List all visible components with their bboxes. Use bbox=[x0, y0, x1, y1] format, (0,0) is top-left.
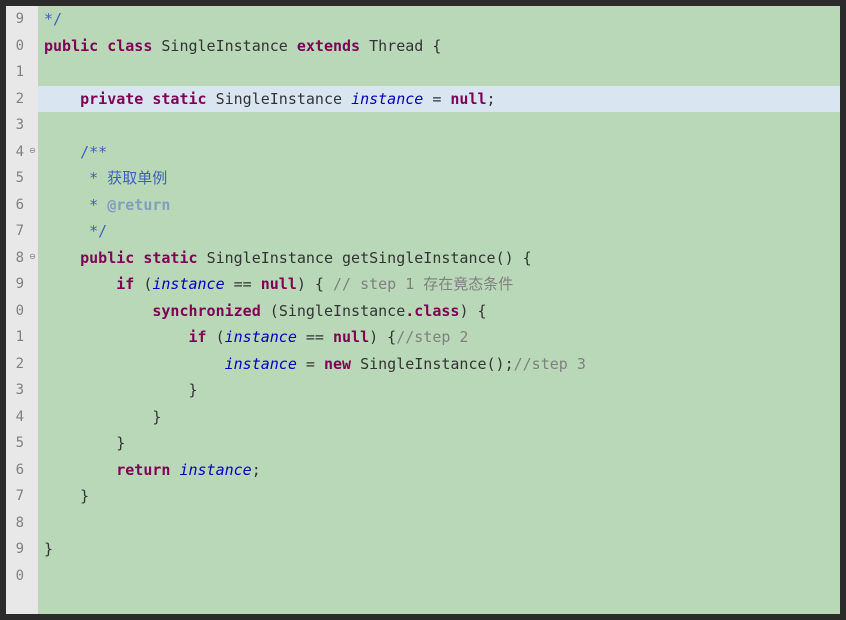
line-number: 7 bbox=[6, 218, 38, 245]
code-line[interactable]: if (instance == null) {//step 2 bbox=[38, 324, 840, 351]
code-line[interactable] bbox=[38, 112, 840, 139]
code-line[interactable]: */ bbox=[38, 218, 840, 245]
line-comment: //step 3 bbox=[514, 355, 586, 373]
code-line[interactable]: } bbox=[38, 536, 840, 563]
gutter: 901234⊖5678⊖901234567890 bbox=[6, 6, 38, 614]
kw-public: public bbox=[80, 249, 134, 267]
code-line[interactable]: public static SingleInstance getSingleIn… bbox=[38, 245, 840, 272]
javadoc-text: 获取单例 bbox=[98, 169, 167, 187]
kw-return: return bbox=[116, 461, 170, 479]
line-comment: //step 2 bbox=[396, 328, 468, 346]
super-class: Thread bbox=[369, 37, 423, 55]
code-line[interactable] bbox=[38, 563, 840, 590]
kw-if: if bbox=[116, 275, 134, 293]
code-line[interactable] bbox=[38, 510, 840, 537]
code-line[interactable]: instance = new SingleInstance();//step 3 bbox=[38, 351, 840, 378]
comment-close: */ bbox=[44, 10, 62, 28]
code-line[interactable]: } bbox=[38, 430, 840, 457]
line-number: 8 bbox=[6, 510, 38, 537]
code-area[interactable]: */ public class SingleInstance extends T… bbox=[38, 6, 840, 614]
line-number: 1 bbox=[6, 59, 38, 86]
kw-if: if bbox=[189, 328, 207, 346]
javadoc-open: /** bbox=[80, 143, 107, 161]
kw-class: class bbox=[107, 37, 152, 55]
code-line[interactable]: } bbox=[38, 404, 840, 431]
code-line[interactable]: } bbox=[38, 483, 840, 510]
kw-extends: extends bbox=[297, 37, 360, 55]
field-ref: instance bbox=[170, 461, 251, 479]
line-number: 2 bbox=[6, 351, 38, 378]
line-number: 5 bbox=[6, 430, 38, 457]
return-type: SingleInstance bbox=[207, 249, 333, 267]
line-number: 9 bbox=[6, 271, 38, 298]
javadoc-close: */ bbox=[89, 222, 107, 240]
line-number: 5 bbox=[6, 165, 38, 192]
line-number: 0 bbox=[6, 298, 38, 325]
line-number: 9 bbox=[6, 536, 38, 563]
line-number: 8⊖ bbox=[6, 245, 38, 272]
field-type: SingleInstance bbox=[216, 90, 342, 108]
line-number: 6 bbox=[6, 457, 38, 484]
code-line[interactable]: return instance; bbox=[38, 457, 840, 484]
field-ref: instance bbox=[225, 328, 297, 346]
code-line[interactable]: } bbox=[38, 377, 840, 404]
code-line[interactable] bbox=[38, 59, 840, 86]
line-number: 1 bbox=[6, 324, 38, 351]
kw-null: null bbox=[450, 90, 486, 108]
code-line-highlighted[interactable]: private static SingleInstance instance =… bbox=[38, 86, 840, 113]
brace: { bbox=[423, 37, 441, 55]
kw-static: static bbox=[152, 90, 206, 108]
field-name: instance bbox=[351, 90, 423, 108]
kw-public: public bbox=[44, 37, 98, 55]
code-line[interactable]: synchronized (SingleInstance.class) { bbox=[38, 298, 840, 325]
line-number: 3 bbox=[6, 377, 38, 404]
line-number: 4⊖ bbox=[6, 139, 38, 166]
code-line[interactable]: /** bbox=[38, 139, 840, 166]
code-line[interactable]: */ bbox=[38, 6, 840, 33]
line-number: 6 bbox=[6, 192, 38, 219]
line-number: 0 bbox=[6, 33, 38, 60]
method-name: getSingleInstance bbox=[342, 249, 496, 267]
kw-private: private bbox=[80, 90, 143, 108]
kw-static: static bbox=[143, 249, 197, 267]
code-line[interactable]: if (instance == null) { // step 1 存在竟态条件 bbox=[38, 271, 840, 298]
line-number: 9 bbox=[6, 6, 38, 33]
line-number: 7 bbox=[6, 483, 38, 510]
field-ref: instance bbox=[152, 275, 224, 293]
line-number: 3 bbox=[6, 112, 38, 139]
code-line[interactable]: * @return bbox=[38, 192, 840, 219]
fold-toggle-icon[interactable]: ⊖ bbox=[27, 252, 38, 263]
kw-new: new bbox=[324, 355, 351, 373]
javadoc-tag: @return bbox=[98, 196, 170, 214]
line-number: 4 bbox=[6, 404, 38, 431]
code-line[interactable]: * 获取单例 bbox=[38, 165, 840, 192]
code-line[interactable]: public class SingleInstance extends Thre… bbox=[38, 33, 840, 60]
code-editor[interactable]: 901234⊖5678⊖901234567890 */ public class… bbox=[6, 6, 840, 614]
line-number: 0 bbox=[6, 563, 38, 590]
line-comment: // step 1 存在竟态条件 bbox=[324, 275, 513, 293]
field-ref: instance bbox=[225, 355, 297, 373]
fold-toggle-icon[interactable]: ⊖ bbox=[27, 146, 38, 157]
kw-synchronized: synchronized bbox=[152, 302, 260, 320]
class-name: SingleInstance bbox=[161, 37, 287, 55]
line-number: 2 bbox=[6, 86, 38, 113]
editor-container: 901234⊖5678⊖901234567890 */ public class… bbox=[0, 0, 846, 620]
